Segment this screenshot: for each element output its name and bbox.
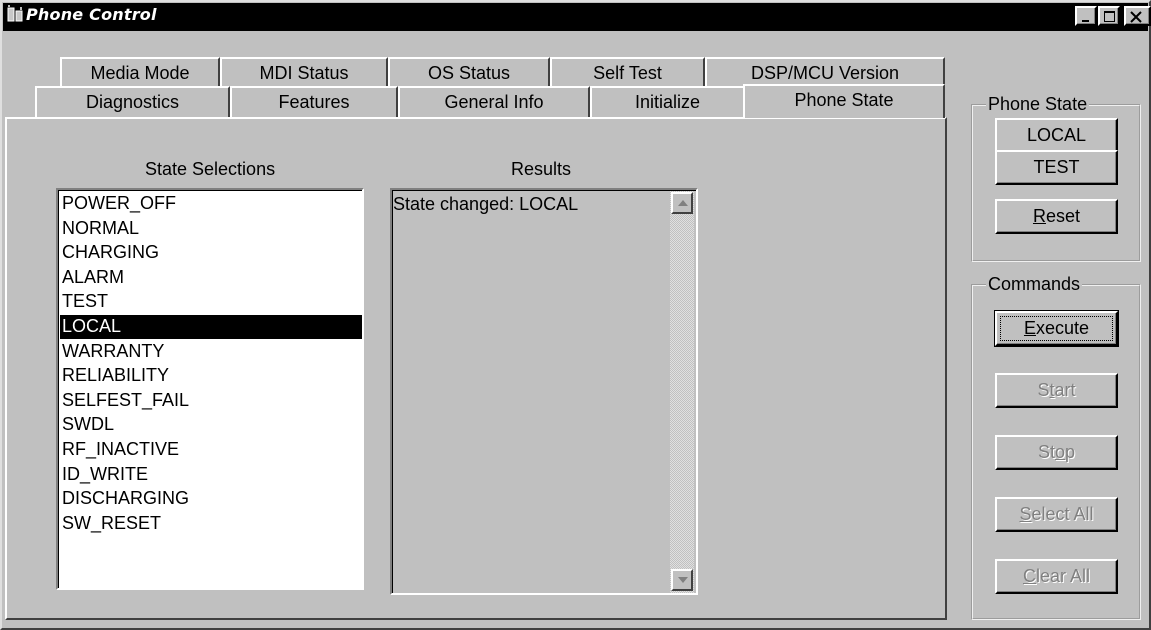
close-button[interactable]	[1124, 6, 1151, 26]
start-label-b: art	[1054, 380, 1076, 400]
execute-focus-rect	[1000, 316, 1113, 341]
clear-all-label: lear All	[1035, 566, 1091, 586]
start-label-a: S	[1037, 380, 1050, 400]
scroll-down-icon	[678, 577, 688, 583]
minimize-button[interactable]	[1075, 6, 1097, 26]
scroll-down-button[interactable]	[671, 569, 693, 591]
tab-initialize[interactable]: Initialize	[590, 86, 745, 117]
state-list-item[interactable]: SW_RESET	[60, 512, 362, 536]
results-text: State changed: LOCAL	[393, 194, 579, 214]
state-list-item[interactable]: NORMAL	[60, 217, 362, 241]
state-list-item[interactable]: WARRANTY	[60, 340, 362, 364]
tab-phone-state[interactable]: Phone State	[743, 84, 945, 118]
results-textbox[interactable]	[390, 188, 698, 595]
window-title: Phone Control	[26, 5, 157, 24]
state-list-item[interactable]: SELFEST_FAIL	[60, 389, 362, 413]
state-list-item[interactable]: CHARGING	[60, 241, 362, 265]
select-all-mnemonic: S	[1019, 504, 1032, 524]
tab-diagnostics[interactable]: Diagnostics	[35, 86, 230, 117]
tab-label: Initialize	[634, 92, 701, 112]
phone-state-group-label: Phone State	[986, 94, 1090, 115]
stop-mnemonic: o	[1054, 442, 1065, 462]
clear-all-mnemonic: C	[1022, 566, 1036, 586]
minimize-icon	[1082, 20, 1089, 22]
state-selections-listbox[interactable]: POWER_OFF NORMAL CHARGING ALARM TEST LOCAL WAR…	[56, 188, 364, 590]
tab-label: Phone State	[794, 90, 894, 110]
tab-label: General Info	[444, 92, 544, 112]
state-list-item[interactable]: RF_INACTIVE	[60, 438, 362, 462]
local-button[interactable]: LOCAL	[995, 118, 1118, 153]
commands-group-label: Commands	[986, 274, 1083, 295]
results-label: Results	[511, 159, 572, 179]
state-list-item[interactable]: DISCHARGING	[60, 487, 362, 511]
state-list-item[interactable]: ID_WRITE	[60, 463, 362, 487]
tab-features[interactable]: Features	[230, 86, 398, 117]
stop-label-b: p	[1065, 442, 1076, 462]
state-list-item[interactable]: TEST	[60, 290, 362, 314]
scroll-up-icon	[678, 200, 688, 206]
select-all-label: elect All	[1031, 504, 1094, 524]
tab-label: Diagnostics	[85, 92, 180, 112]
stop-button[interactable]: Stop	[995, 435, 1118, 470]
clear-all-button[interactable]: Clear All	[995, 559, 1118, 594]
reset-button[interactable]: Reset	[995, 199, 1118, 234]
tab-media-mode[interactable]: Media Mode	[60, 57, 220, 88]
tab-label: DSP/MCU Version	[750, 63, 900, 83]
tab-label: Self Test	[593, 63, 662, 83]
start-button[interactable]: Start	[995, 373, 1118, 408]
title-bar[interactable]	[3, 3, 1148, 31]
state-list-item[interactable]: LOCAL	[60, 315, 362, 339]
tab-label: OS Status	[427, 63, 511, 83]
state-selections-label: State Selections	[145, 159, 276, 179]
results-scrollbar[interactable]	[670, 191, 694, 593]
test-button[interactable]: TEST	[995, 150, 1118, 185]
tab-label: MDI Status	[259, 63, 349, 83]
phone-app-icon[interactable]	[6, 5, 24, 23]
state-list-item[interactable]: RELIABILITY	[60, 364, 362, 388]
reset-mnemonic: R	[1032, 206, 1046, 226]
tab-general-info[interactable]: General Info	[398, 86, 590, 117]
state-list-item[interactable]: POWER_OFF	[60, 192, 362, 216]
close-icon	[1130, 11, 1142, 23]
maximize-icon	[1104, 11, 1115, 22]
scroll-up-button[interactable]	[671, 192, 693, 214]
tab-label: Media Mode	[90, 63, 190, 83]
stop-label-a: St	[1037, 442, 1055, 462]
tab-self-test[interactable]: Self Test	[550, 57, 705, 88]
maximize-button[interactable]	[1098, 6, 1120, 26]
state-list-item[interactable]: SWDL	[60, 413, 362, 437]
select-all-button[interactable]: Select All	[995, 497, 1118, 532]
tab-mdi-status[interactable]: MDI Status	[220, 57, 388, 88]
state-list-item[interactable]: ALARM	[60, 266, 362, 290]
tab-os-status[interactable]: OS Status	[388, 57, 550, 88]
tab-label: Features	[278, 92, 350, 112]
reset-label: eset	[1045, 206, 1081, 226]
